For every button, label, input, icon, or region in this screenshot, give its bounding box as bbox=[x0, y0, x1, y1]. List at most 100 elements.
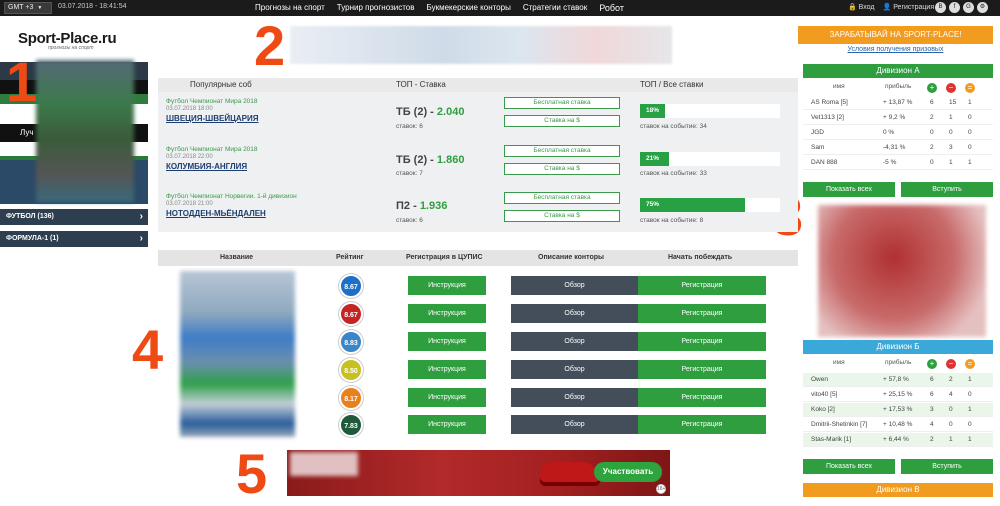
free-bet-button[interactable]: Бесплатная ставка bbox=[504, 145, 620, 157]
annotation-5: 5 bbox=[236, 442, 268, 505]
wins-count: 2 bbox=[930, 114, 934, 121]
event-league: Футбол Чемпионат Мира 2018 bbox=[166, 146, 258, 153]
top-bet: ТБ (2) - 2.040 bbox=[396, 106, 464, 118]
popular-events-header: Популярные соб ТОП - Ставка ТОП / Все ст… bbox=[158, 78, 798, 92]
equal-icon: = bbox=[965, 359, 975, 369]
draws-count: 0 bbox=[968, 114, 972, 121]
event-title-link[interactable]: ШВЕЦИЯ-ШВЕЙЦАРИЯ bbox=[166, 114, 259, 123]
settings-icon[interactable]: ⚙ bbox=[977, 2, 988, 13]
sidebar-item-label: ФОРМУЛА-1 (1) bbox=[6, 235, 59, 242]
division-row[interactable]: DAN 888 -5 % 0 1 1 bbox=[803, 156, 993, 170]
timezone-select[interactable]: GMT +3 ▼ bbox=[4, 2, 52, 14]
nav-tournament[interactable]: Турнир прогнозистов bbox=[337, 3, 415, 13]
instruction-button[interactable]: Инструкция bbox=[408, 332, 486, 351]
money-bet-button[interactable]: Ставка на $ bbox=[504, 210, 620, 222]
nav-forecasts[interactable]: Прогнозы на спорт bbox=[255, 3, 325, 13]
instruction-button[interactable]: Инструкция bbox=[408, 360, 486, 379]
earn-banner[interactable]: ЗАРАБАТЫВАЙ НА SPORT-PLACE! bbox=[798, 26, 993, 44]
google-icon[interactable]: G bbox=[963, 2, 974, 13]
division-row[interactable]: Dmitrii-Shetinkin [7] + 10,48 % 4 0 0 bbox=[803, 418, 993, 432]
nav-bookmakers[interactable]: Букмекерские конторы bbox=[427, 3, 511, 13]
bets-on-event: ставок на событие: 34 bbox=[640, 123, 707, 130]
col-start: Начать побеждать bbox=[668, 254, 733, 261]
participate-button[interactable]: Участвовать bbox=[594, 462, 662, 482]
col-top-all: ТОП / Все ставки bbox=[640, 80, 704, 89]
draws-count: 0 bbox=[968, 144, 972, 151]
event-date: 03.07.2018 18:00 bbox=[166, 106, 213, 112]
rating-badge: 8.83 bbox=[339, 330, 363, 354]
division-a-join-button[interactable]: Вступить bbox=[901, 182, 993, 197]
login-link[interactable]: 🔒 Вход bbox=[848, 3, 875, 11]
register-button[interactable]: Регистрация bbox=[638, 332, 766, 351]
wins-count: 6 bbox=[930, 391, 934, 398]
event-league: Футбол Чемпионат Мира 2018 bbox=[166, 98, 258, 105]
minus-icon: − bbox=[946, 359, 956, 369]
register-link[interactable]: 👤 Регистрация bbox=[883, 3, 935, 11]
free-bet-button[interactable]: Бесплатная ставка bbox=[504, 192, 620, 204]
event-item: Футбол Чемпионат Мира 2018 03.07.2018 22… bbox=[166, 146, 258, 171]
instruction-button[interactable]: Инструкция bbox=[408, 276, 486, 295]
division-row[interactable]: Koko [2] + 17,53 % 3 0 1 bbox=[803, 403, 993, 417]
wins-count: 3 bbox=[930, 406, 934, 413]
register-button[interactable]: Регистрация bbox=[638, 388, 766, 407]
division-row[interactable]: Stas-Marik [1] + 6,44 % 2 1 1 bbox=[803, 433, 993, 447]
blurred-ad[interactable] bbox=[36, 60, 134, 202]
losses-count: 0 bbox=[949, 406, 953, 413]
instruction-button[interactable]: Инструкция bbox=[408, 388, 486, 407]
user-name: Koko [2] bbox=[811, 406, 835, 413]
top-bet: ТБ (2) - 1.860 bbox=[396, 154, 464, 166]
register-button[interactable]: Регистрация bbox=[638, 276, 766, 295]
division-row[interactable]: Owen + 57,8 % 6 2 1 bbox=[803, 373, 993, 387]
age-badge: 18+ bbox=[656, 484, 666, 494]
division-b-show-all-button[interactable]: Показать всех bbox=[803, 459, 895, 474]
login-label: Вход bbox=[858, 4, 875, 11]
event-item: Футбол Чемпионат Мира 2018 03.07.2018 18… bbox=[166, 98, 259, 123]
top-ad-banner[interactable] bbox=[290, 26, 672, 64]
register-button[interactable]: Регистрация bbox=[638, 304, 766, 323]
division-row[interactable]: vito40 [5] + 25,15 % 6 4 0 bbox=[803, 388, 993, 402]
site-logo[interactable]: Sport-Place.ru прогнозы на спорт bbox=[18, 30, 117, 51]
review-button[interactable]: Обзор bbox=[511, 304, 638, 323]
nav-robot[interactable]: Робот bbox=[599, 3, 624, 13]
division-row[interactable]: Sam -4,31 % 2 3 0 bbox=[803, 141, 993, 155]
register-button[interactable]: Регистрация bbox=[638, 415, 766, 434]
sidebar-item-formula1[interactable]: ФОРМУЛА-1 (1) › bbox=[0, 231, 148, 247]
user-name: Vet1313 [2] bbox=[811, 114, 844, 121]
user-name: AS Roma [5] bbox=[811, 99, 848, 106]
event-item: Футбол Чемпионат Норвегии. 1-й дивизион … bbox=[166, 193, 297, 218]
review-button[interactable]: Обзор bbox=[511, 332, 638, 351]
division-row[interactable]: AS Roma [5] + 13,87 % 6 15 1 bbox=[803, 96, 993, 110]
annotation-1: 1 bbox=[6, 50, 38, 113]
losses-count: 0 bbox=[949, 421, 953, 428]
review-button[interactable]: Обзор bbox=[511, 360, 638, 379]
money-bet-button[interactable]: Ставка на $ bbox=[504, 163, 620, 175]
nav-strategies[interactable]: Стратегии ставок bbox=[523, 3, 587, 13]
wins-count: 6 bbox=[930, 376, 934, 383]
prize-conditions-link[interactable]: Условия получения призовых bbox=[798, 46, 993, 53]
bets-count: ставок: 7 bbox=[396, 170, 423, 177]
sidebar-item-football[interactable]: ФУТБОЛ (136) › bbox=[0, 209, 148, 225]
instruction-button[interactable]: Инструкция bbox=[408, 304, 486, 323]
vk-icon[interactable]: В bbox=[935, 2, 946, 13]
facebook-icon[interactable]: f bbox=[949, 2, 960, 13]
division-a-show-all-button[interactable]: Показать всех bbox=[803, 182, 895, 197]
review-button[interactable]: Обзор bbox=[511, 388, 638, 407]
user-name: Dmitrii-Shetinkin [7] bbox=[811, 421, 868, 428]
free-bet-button[interactable]: Бесплатная ставка bbox=[504, 97, 620, 109]
percent-fill: 21% bbox=[640, 152, 670, 166]
bet-type: П2 - bbox=[396, 200, 417, 212]
user-profit: 0 % bbox=[883, 129, 895, 136]
event-title-link[interactable]: КОЛУМБИЯ-АНГЛИЯ bbox=[166, 162, 258, 171]
percent-fill: 18% bbox=[640, 104, 666, 118]
review-button[interactable]: Обзор bbox=[511, 276, 638, 295]
division-row[interactable]: Vet1313 [2] + 9,2 % 2 1 0 bbox=[803, 111, 993, 125]
division-row[interactable]: JGD 0 % 0 0 0 bbox=[803, 126, 993, 140]
review-button[interactable]: Обзор bbox=[511, 415, 638, 434]
division-b-join-button[interactable]: Вступить bbox=[901, 459, 993, 474]
instruction-button[interactable]: Инструкция bbox=[408, 415, 486, 434]
money-bet-button[interactable]: Ставка на $ bbox=[504, 115, 620, 127]
register-button[interactable]: Регистрация bbox=[638, 360, 766, 379]
datetime: 03.07.2018 - 18:41:54 bbox=[58, 3, 127, 10]
right-ad-banner[interactable] bbox=[818, 205, 986, 337]
event-title-link[interactable]: НОТОДДЕН-МЬЁНДАЛЕН bbox=[166, 209, 297, 218]
